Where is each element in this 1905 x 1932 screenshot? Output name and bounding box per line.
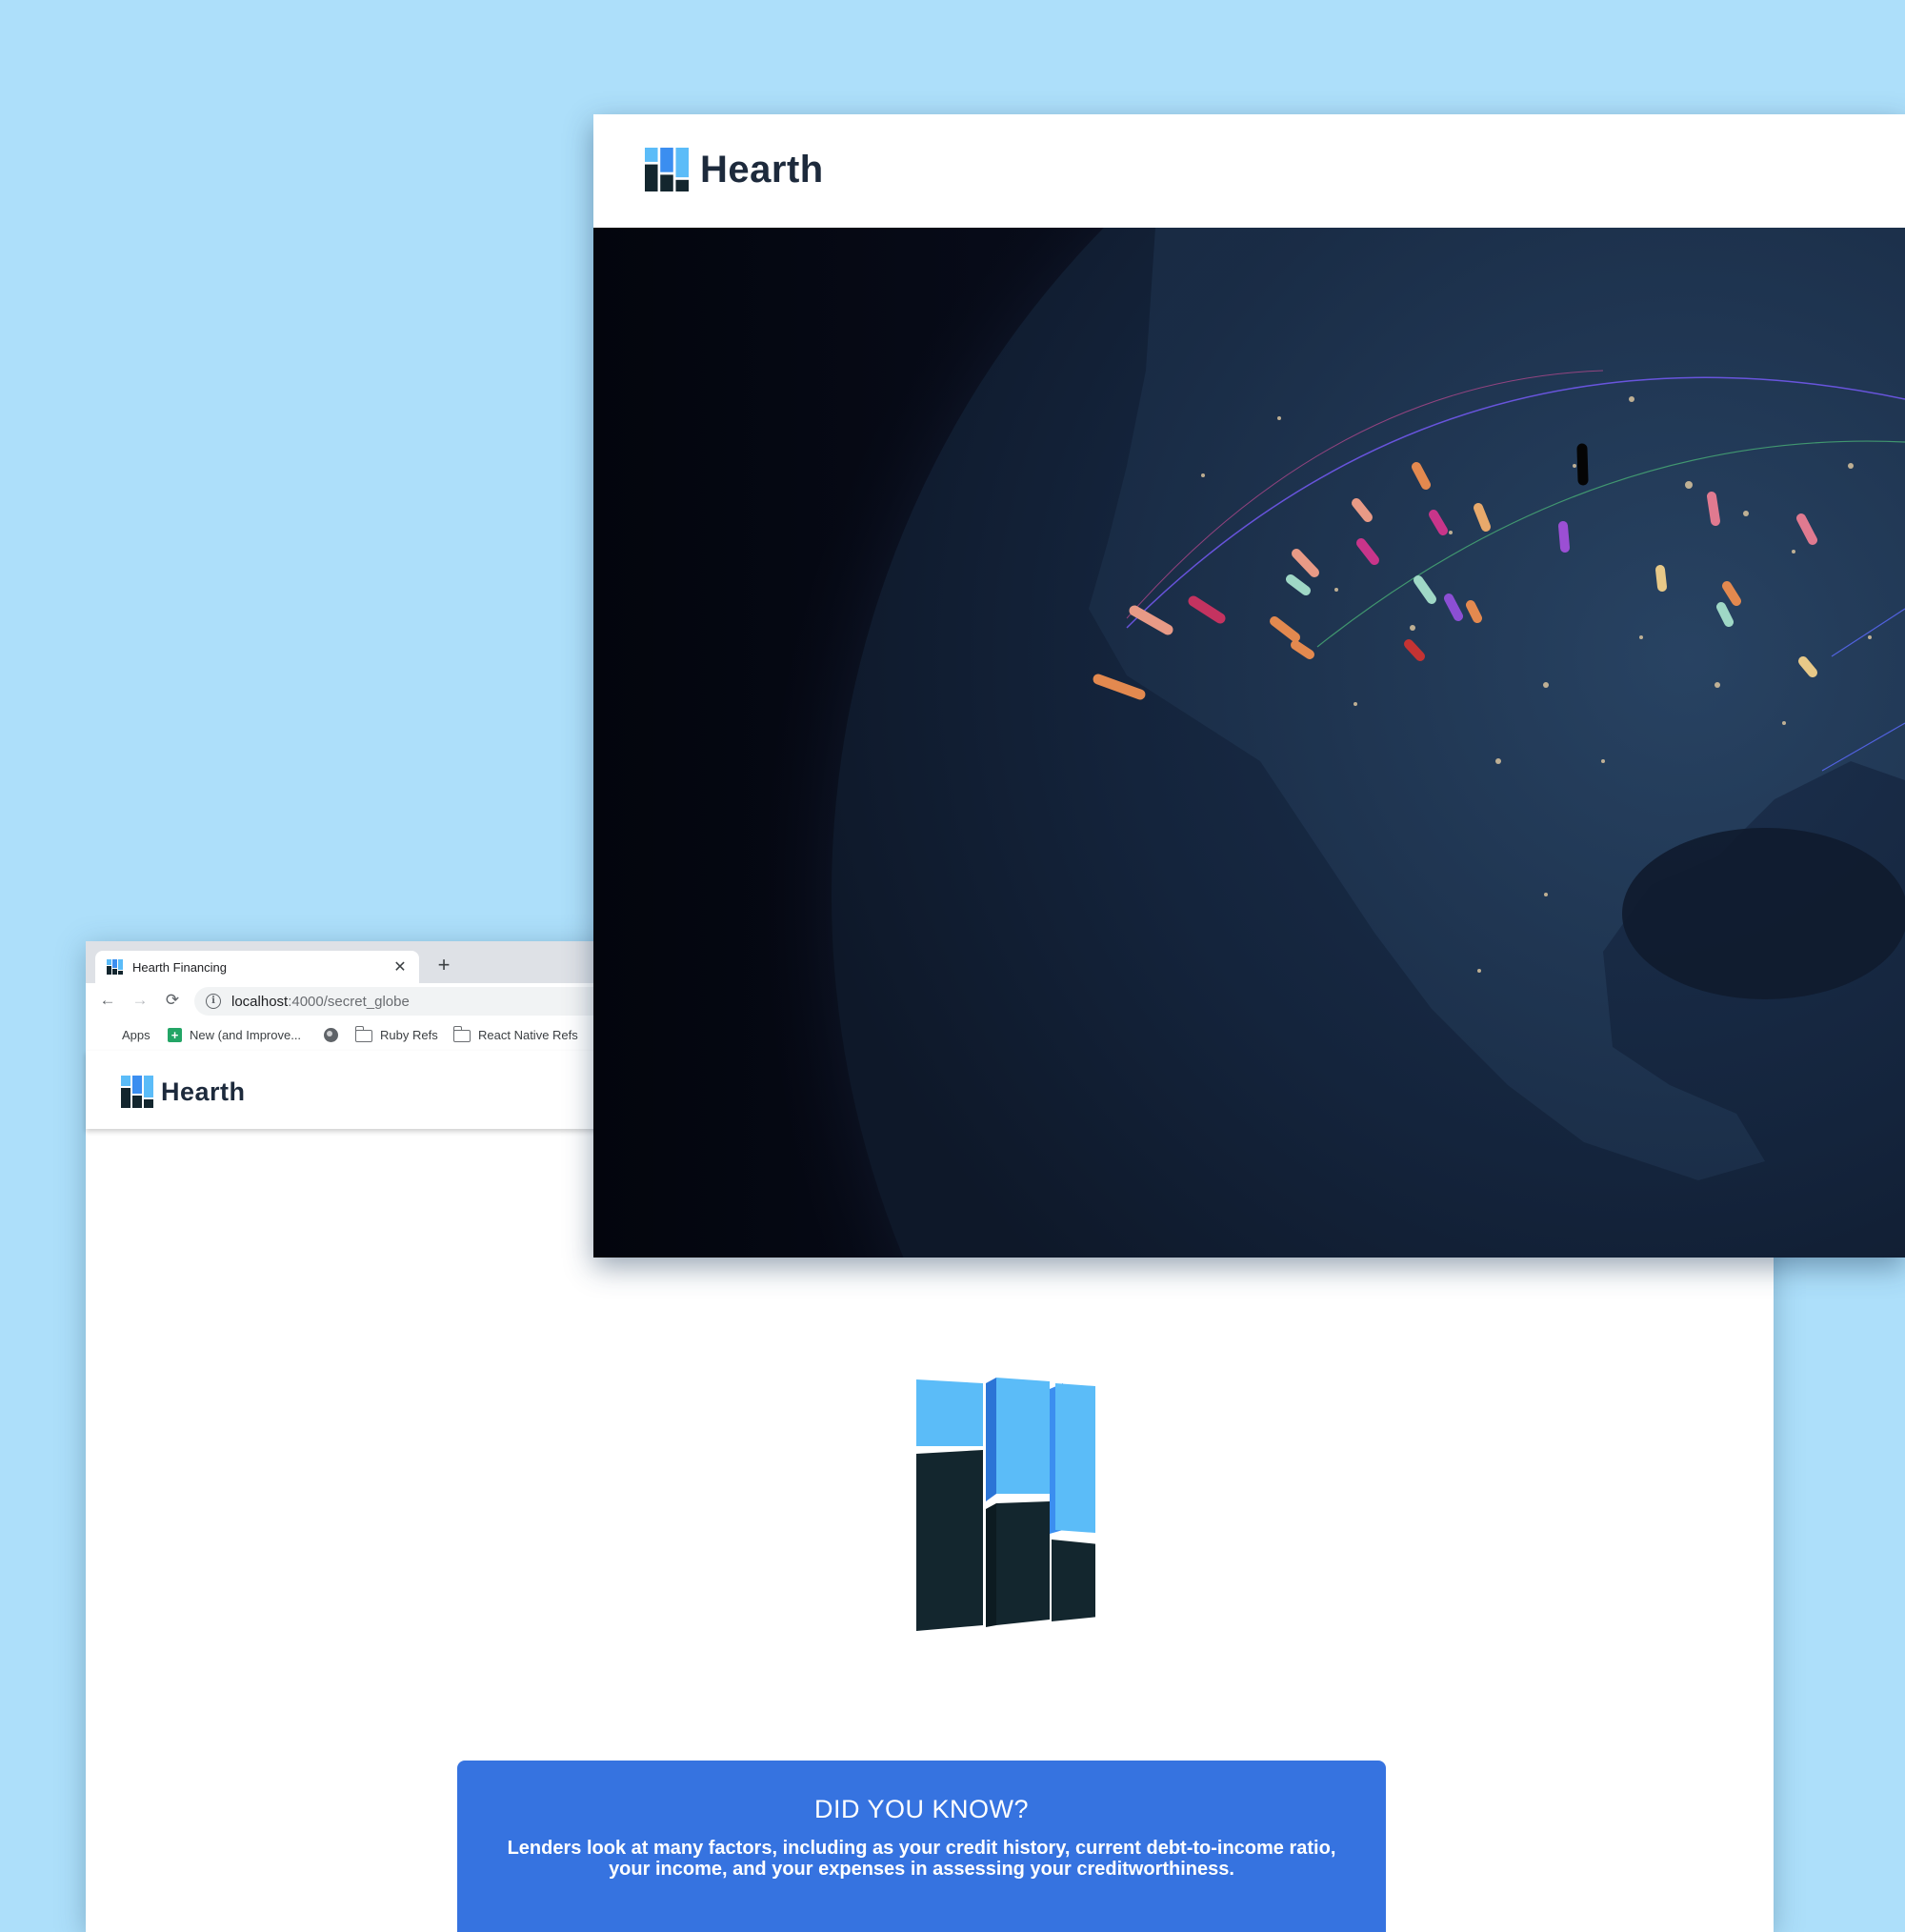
globe-header: Hearth <box>593 114 1905 228</box>
hearth-logo[interactable]: Hearth <box>121 1076 246 1108</box>
brand-name: Hearth <box>161 1077 246 1106</box>
bookmark-react-native-refs[interactable]: React Native Refs <box>453 1026 578 1042</box>
site-info-icon[interactable]: i <box>206 994 221 1009</box>
bookmark-label: Apps <box>122 1028 150 1042</box>
hearth-logo[interactable]: Hearth <box>645 148 824 191</box>
gulf-of-mexico <box>1622 828 1905 999</box>
globe-window: Hearth <box>593 114 1905 1258</box>
bookmark-label: New (and Improve... <box>190 1028 302 1042</box>
apps-grid-icon <box>101 1029 114 1042</box>
tab-title: Hearth Financing <box>132 959 227 975</box>
bookmark-sheet[interactable]: + New (and Improve... <box>168 1028 301 1042</box>
new-tab-button[interactable]: + <box>432 953 455 977</box>
forward-arrow-icon[interactable]: → <box>130 991 150 1010</box>
google-sheets-icon: + <box>168 1028 182 1042</box>
bookmark-globe[interactable] <box>324 1028 346 1042</box>
bookmark-ruby-refs[interactable]: Ruby Refs <box>355 1026 438 1042</box>
back-arrow-icon[interactable]: ← <box>97 991 118 1010</box>
brand-name: Hearth <box>700 148 824 191</box>
globe-icon <box>324 1028 338 1042</box>
hearth-3d-logo-icon <box>916 1378 1095 1631</box>
hearth-logo-icon <box>121 1076 153 1108</box>
close-tab-icon[interactable]: ✕ <box>391 957 410 976</box>
url-host: localhost <box>231 993 289 1010</box>
banner-title: DID YOU KNOW? <box>813 1795 1030 1823</box>
reload-icon[interactable]: ⟳ <box>162 991 183 1010</box>
bookmark-apps[interactable]: Apps <box>101 1028 150 1042</box>
banner-text: Lenders look at many factors, including … <box>507 1838 1336 1880</box>
folder-icon <box>355 1026 372 1042</box>
browser-tab[interactable]: Hearth Financing ✕ <box>95 951 419 983</box>
hearth-favicon-icon <box>107 959 123 975</box>
did-you-know-banner: DID YOU KNOW? Lenders look at many facto… <box>457 1761 1386 1932</box>
hearth-logo-icon <box>645 148 689 191</box>
url-path: :4000/secret_globe <box>288 993 410 1010</box>
folder-icon <box>453 1026 471 1042</box>
globe-canvas[interactable] <box>593 228 1905 1258</box>
night-earth-globe <box>765 228 1905 1258</box>
bookmark-label: Ruby Refs <box>380 1028 438 1042</box>
bookmark-label: React Native Refs <box>478 1028 578 1042</box>
